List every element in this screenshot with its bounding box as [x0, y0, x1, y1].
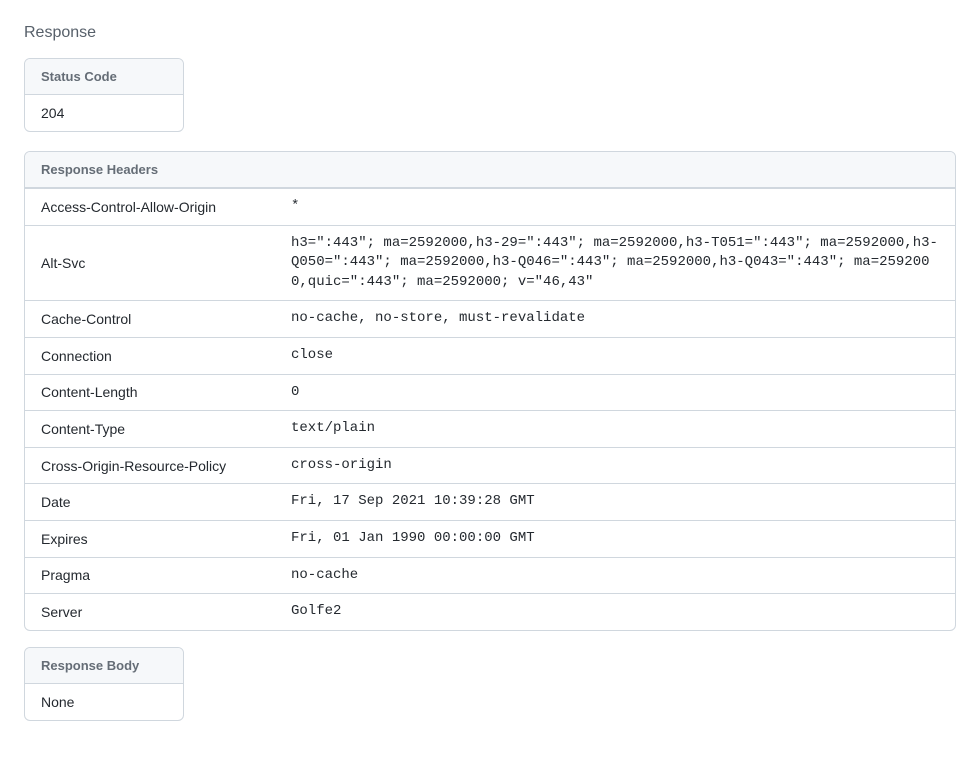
response-body-value: None — [25, 684, 183, 720]
section-title: Response — [24, 24, 956, 42]
header-value: * — [275, 189, 955, 226]
header-value: Fri, 01 Jan 1990 00:00:00 GMT — [275, 520, 955, 557]
header-value: no-cache, no-store, must-revalidate — [275, 301, 955, 338]
response-body-label: Response Body — [25, 648, 183, 684]
table-row: Content-Length0 — [25, 374, 955, 411]
header-key: Pragma — [25, 557, 275, 594]
header-key: Expires — [25, 520, 275, 557]
table-row: Alt-Svch3=":443"; ma=2592000,h3-29=":443… — [25, 225, 955, 301]
status-code-value: 204 — [25, 95, 183, 131]
header-key: Content-Length — [25, 374, 275, 411]
table-row: Cross-Origin-Resource-Policycross-origin — [25, 447, 955, 484]
header-value: text/plain — [275, 411, 955, 448]
header-value: h3=":443"; ma=2592000,h3-29=":443"; ma=2… — [275, 225, 955, 301]
header-key: Server — [25, 594, 275, 630]
header-key: Access-Control-Allow-Origin — [25, 189, 275, 226]
header-value: close — [275, 337, 955, 374]
response-headers-label: Response Headers — [25, 152, 955, 188]
header-value: no-cache — [275, 557, 955, 594]
header-key: Cross-Origin-Resource-Policy — [25, 447, 275, 484]
response-section: Response Status Code 204 Response Header… — [24, 24, 956, 740]
header-value: 0 — [275, 374, 955, 411]
header-value: Fri, 17 Sep 2021 10:39:28 GMT — [275, 484, 955, 521]
response-body-panel: Response Body None — [24, 647, 184, 721]
table-row: Cache-Controlno-cache, no-store, must-re… — [25, 301, 955, 338]
table-row: Connectionclose — [25, 337, 955, 374]
status-code-panel: Status Code 204 — [24, 58, 184, 132]
table-row: DateFri, 17 Sep 2021 10:39:28 GMT — [25, 484, 955, 521]
table-row: Access-Control-Allow-Origin* — [25, 189, 955, 226]
response-headers-panel: Response Headers Access-Control-Allow-Or… — [24, 151, 956, 631]
table-row: ExpiresFri, 01 Jan 1990 00:00:00 GMT — [25, 520, 955, 557]
header-key: Alt-Svc — [25, 225, 275, 301]
response-headers-table: Access-Control-Allow-Origin*Alt-Svch3=":… — [25, 188, 955, 630]
header-key: Content-Type — [25, 411, 275, 448]
table-row: ServerGolfe2 — [25, 594, 955, 630]
table-row: Pragmano-cache — [25, 557, 955, 594]
status-code-label: Status Code — [25, 59, 183, 95]
table-row: Content-Typetext/plain — [25, 411, 955, 448]
header-value: Golfe2 — [275, 594, 955, 630]
header-key: Date — [25, 484, 275, 521]
header-value: cross-origin — [275, 447, 955, 484]
header-key: Connection — [25, 337, 275, 374]
header-key: Cache-Control — [25, 301, 275, 338]
